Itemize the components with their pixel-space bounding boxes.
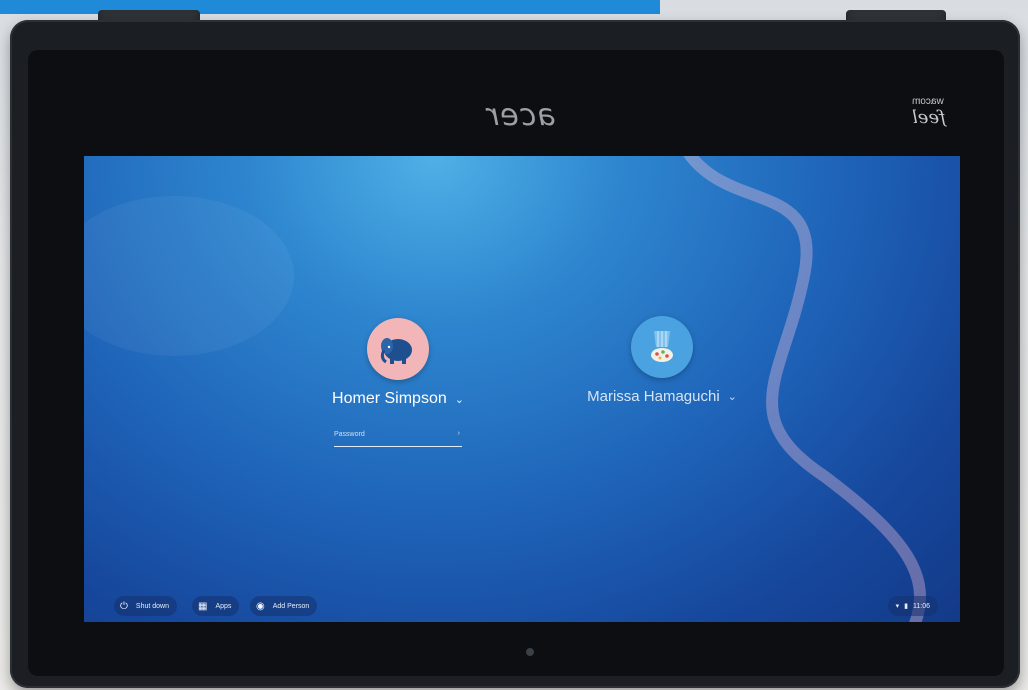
add-person-icon: ◉ — [256, 600, 265, 612]
shutdown-button[interactable]: ⏻ Shut down — [114, 596, 178, 616]
chevron-down-icon[interactable]: ⌄ — [728, 390, 737, 403]
status-tray[interactable]: ▾ ▮ 11:06 — [887, 596, 938, 616]
brand-logo: acer — [486, 98, 556, 133]
elephant-icon — [380, 338, 412, 364]
user-pod-marissa[interactable]: Marissa Hamaguchi ⌄ — [582, 316, 742, 405]
wacom-logo: wacom feel — [912, 96, 946, 128]
add-person-label: Add Person — [272, 602, 310, 610]
camera-icon — [526, 648, 534, 656]
feel-text: feel — [912, 107, 946, 128]
password-field[interactable]: Password › — [334, 426, 462, 447]
ice-cream-icon — [651, 331, 673, 362]
apps-button[interactable]: ▦ Apps — [192, 596, 240, 616]
user-name: Homer Simpson — [332, 390, 447, 407]
glass-reflection — [84, 156, 926, 622]
password-placeholder: Password — [334, 431, 365, 438]
shutdown-label: Shut down — [135, 602, 170, 610]
user-avatar[interactable] — [631, 316, 693, 378]
user-pod-homer[interactable]: Homer Simpson ⌄ — [328, 318, 468, 408]
wacom-text: wacom — [912, 96, 944, 107]
submit-arrow-icon[interactable]: › — [458, 430, 460, 437]
login-shelf: ⏻ Shut down ▦ Apps ◉ Add Person ▾ ▮ 11:0… — [84, 592, 960, 622]
clock: 11:06 — [913, 602, 930, 610]
chevron-down-icon[interactable]: ⌄ — [455, 393, 464, 406]
login-screen: Homer Simpson ⌄ Password › Marissa Hamag… — [84, 156, 960, 622]
user-name: Marissa Hamaguchi — [587, 388, 720, 405]
add-person-button[interactable]: ◉ Add Person — [250, 596, 318, 616]
apps-label: Apps — [215, 602, 232, 610]
battery-icon: ▮ — [904, 603, 908, 610]
apps-grid-icon: ▦ — [198, 600, 208, 612]
user-avatar[interactable] — [367, 318, 429, 380]
power-icon: ⏻ — [120, 600, 128, 612]
wifi-icon: ▾ — [895, 603, 900, 610]
